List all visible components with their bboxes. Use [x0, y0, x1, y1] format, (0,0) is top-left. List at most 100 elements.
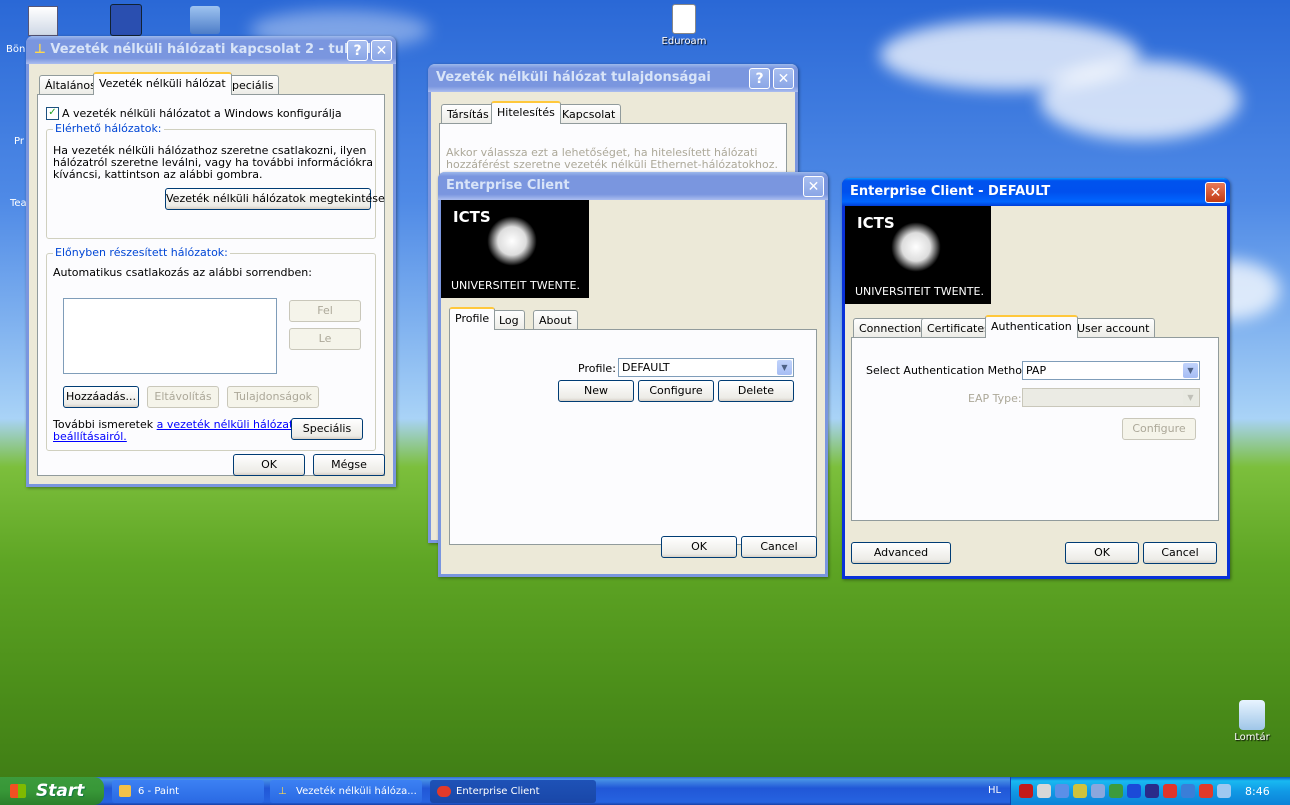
title-bar[interactable]: Enterprise Client ✕	[438, 172, 828, 200]
cancel-button[interactable]: Cancel	[1143, 542, 1217, 564]
bluetooth-icon[interactable]	[1127, 784, 1141, 798]
learn-more-link[interactable]: a vezeték nélküli hálózatok	[157, 418, 307, 431]
remove-button[interactable]: Eltávolítás	[147, 386, 219, 408]
chevron-down-icon: ▼	[777, 360, 792, 375]
title-bar[interactable]: ⊥ Vezeték nélküli hálózati kapcsolat 2 -…	[26, 36, 396, 64]
task-wireless-properties[interactable]: ⊥ Vezeték nélküli hálóza...	[270, 780, 422, 803]
icts-logo: ICTS UNIVERSITEIT TWENTE.	[845, 206, 991, 304]
group-title: Elérhető hálózatok:	[53, 122, 164, 135]
tab-log[interactable]: Log	[493, 310, 525, 330]
close-button[interactable]: ✕	[773, 68, 794, 89]
tab-panel: Profile: DEFAULT ▼ New Configure Delete	[449, 329, 817, 545]
desktop-icon-recycle-bin[interactable]: Lomtár	[1220, 700, 1284, 743]
icts-logo: ICTS UNIVERSITEIT TWENTE.	[441, 200, 589, 298]
computer-icon[interactable]	[190, 6, 220, 34]
enterprise-client-icon	[437, 786, 451, 797]
tab-wireless-networks[interactable]: Vezeték nélküli hálózat	[93, 72, 232, 95]
tab-connection[interactable]: Kapcsolat	[556, 104, 622, 124]
task-paint[interactable]: 6 - Paint	[112, 780, 264, 803]
preferred-networks-list[interactable]	[63, 298, 277, 374]
cancel-button[interactable]: Mégse	[313, 454, 385, 476]
document-icon	[672, 4, 696, 34]
logo-graphic	[891, 222, 941, 272]
delete-button[interactable]: Delete	[718, 380, 794, 402]
cancel-button[interactable]: Cancel	[741, 536, 817, 558]
ok-button[interactable]: OK	[661, 536, 737, 558]
security-icon[interactable]	[1109, 784, 1123, 798]
logo-graphic	[487, 216, 537, 266]
desktop-edge-label: Bön	[6, 44, 26, 55]
enterprise-client-default-window: Enterprise Client - DEFAULT ✕ ICTS UNIVE…	[842, 178, 1230, 579]
notepad-icon[interactable]	[28, 6, 58, 36]
monitor-icon[interactable]	[1145, 784, 1159, 798]
available-text: kíváncsi, kattintson az alábbi gombra.	[53, 168, 263, 181]
auth-method-label: Select Authentication Method:	[866, 364, 1033, 377]
start-button[interactable]: Start	[0, 777, 104, 805]
task-enterprise-client[interactable]: Enterprise Client	[430, 780, 596, 803]
shield-icon[interactable]	[1019, 784, 1033, 798]
add-button[interactable]: Hozzáadás...	[63, 386, 139, 408]
advanced-button[interactable]: Speciális	[291, 418, 363, 440]
configure-button[interactable]: Configure	[1122, 418, 1196, 440]
up-button[interactable]: Fel	[289, 300, 361, 322]
new-button[interactable]: New	[558, 380, 634, 402]
configure-button[interactable]: Configure	[638, 380, 714, 402]
desktop-icon-eduroam[interactable]: Eduroam	[652, 4, 716, 47]
tab-association[interactable]: Társítás	[441, 104, 495, 124]
network-icon: ⊥	[34, 42, 51, 57]
clock: 8:46	[1245, 785, 1270, 798]
chevron-down-icon: ▼	[1183, 390, 1198, 405]
close-button[interactable]: ✕	[803, 176, 824, 197]
help-button[interactable]: ?	[749, 68, 770, 89]
network-icon[interactable]	[1037, 784, 1051, 798]
language-indicator[interactable]: HL	[988, 785, 1001, 796]
view-networks-button[interactable]: Vezeték nélküli hálózatok megtekintése	[165, 188, 385, 210]
display-icon[interactable]	[1181, 784, 1195, 798]
floppy-icon[interactable]	[110, 4, 142, 36]
ok-button[interactable]: OK	[233, 454, 305, 476]
system-tray: 8:46	[1010, 777, 1290, 805]
enterprise-client-window: Enterprise Client ✕ ICTS UNIVERSITEIT TW…	[438, 172, 828, 577]
group-title: Előnyben részesített hálózatok:	[53, 246, 230, 259]
speaker-icon[interactable]	[1091, 784, 1105, 798]
tab-user-account[interactable]: User account	[1071, 318, 1156, 338]
preferred-text: Automatikus csatlakozás az alábbi sorren…	[53, 266, 312, 279]
auth-description: hozzáférést szeretne vezeték nélküli Eth…	[446, 158, 779, 171]
title-bar[interactable]: Enterprise Client - DEFAULT ✕	[842, 178, 1230, 206]
tab-panel: ✓ A vezeték nélküli hálózatot a Windows …	[37, 94, 385, 476]
alert-icon[interactable]	[1163, 784, 1177, 798]
tab-about[interactable]: About	[533, 310, 578, 330]
tab-profile[interactable]: Profile	[449, 307, 496, 330]
eap-type-select[interactable]: ▼	[1022, 388, 1200, 407]
advanced-button[interactable]: Advanced	[851, 542, 951, 564]
desktop-edge-label: Tea	[10, 198, 27, 209]
tab-connection[interactable]: Connection	[853, 318, 928, 338]
connection-icon[interactable]	[1073, 784, 1087, 798]
ok-button[interactable]: OK	[1065, 542, 1139, 564]
down-button[interactable]: Le	[289, 328, 361, 350]
tab-authentication[interactable]: Authentication	[985, 315, 1078, 338]
eap-type-label: EAP Type:	[968, 392, 1022, 405]
profile-label: Profile:	[578, 362, 616, 375]
configure-checkbox[interactable]: ✓	[46, 107, 59, 120]
close-button[interactable]: ✕	[371, 40, 392, 61]
update-icon[interactable]	[1217, 784, 1231, 798]
wireless-connection-properties-window: ⊥ Vezeték nélküli hálózati kapcsolat 2 -…	[26, 36, 396, 487]
profile-select[interactable]: DEFAULT ▼	[618, 358, 794, 377]
learn-more-link[interactable]: beállításairól.	[53, 430, 127, 443]
windows-logo-icon	[10, 784, 26, 798]
desktop-edge-label: Pr	[14, 136, 24, 147]
properties-button[interactable]: Tulajdonságok	[227, 386, 319, 408]
enterprise-client-icon[interactable]	[1199, 784, 1213, 798]
window-title: Enterprise Client - DEFAULT	[850, 184, 1051, 199]
title-bar[interactable]: Vezeték nélküli hálózat tulajdonságai ? …	[428, 64, 798, 92]
chevron-down-icon: ▼	[1183, 363, 1198, 378]
help-button[interactable]: ?	[347, 40, 368, 61]
auth-method-select[interactable]: PAP ▼	[1022, 361, 1200, 380]
network-icon: ⊥	[278, 786, 287, 797]
close-button[interactable]: ✕	[1205, 182, 1226, 203]
wireless-icon[interactable]	[1055, 784, 1069, 798]
tab-panel: Select Authentication Method: PAP ▼ EAP …	[851, 337, 1219, 521]
tab-authentication[interactable]: Hitelesítés	[491, 101, 561, 124]
available-networks-group: Elérhető hálózatok: Ha vezeték nélküli h…	[46, 122, 385, 239]
